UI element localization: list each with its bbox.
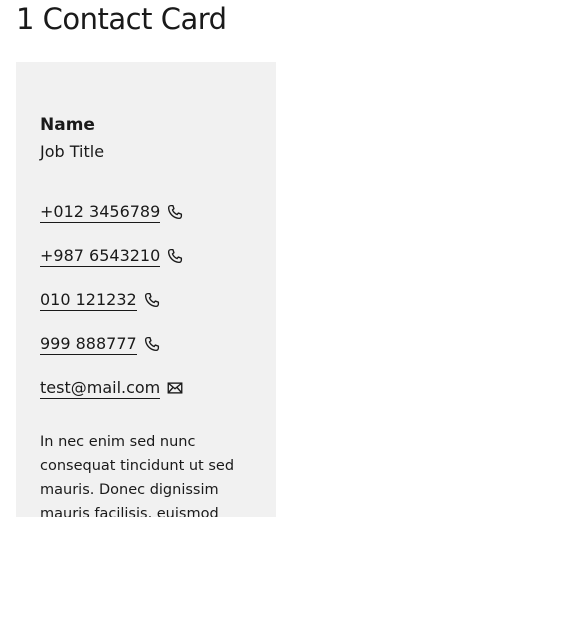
- contact-description: In nec enim sed nunc consequat tincidunt…: [40, 434, 235, 517]
- contact-item-email: test@mail.com: [40, 378, 252, 399]
- phone-link-3[interactable]: 010 121232: [40, 290, 137, 311]
- phone-link-2[interactable]: +987 6543210: [40, 246, 161, 267]
- contact-job-title: Job Title: [40, 142, 105, 161]
- email-link[interactable]: test@mail.com: [40, 378, 161, 399]
- page-title: 1 Contact Card: [16, 2, 227, 36]
- phone-link-4[interactable]: 999 888777: [40, 334, 137, 355]
- contact-list: +012 3456789 +987 6543210 010 121232 999…: [40, 202, 252, 399]
- phone-icon: [143, 335, 161, 353]
- contact-item-phone-4: 999 888777: [40, 334, 252, 355]
- contact-item-phone-2: +987 6543210: [40, 246, 252, 267]
- phone-icon: [166, 203, 184, 221]
- phone-link-1[interactable]: +012 3456789: [40, 202, 161, 223]
- contact-card: Name Job Title +012 3456789 +987 6543210…: [16, 62, 276, 517]
- phone-icon: [166, 247, 184, 265]
- contact-item-phone-1: +012 3456789: [40, 202, 252, 223]
- contact-name: Name: [40, 115, 95, 135]
- mail-icon: [166, 379, 184, 397]
- contact-item-phone-3: 010 121232: [40, 290, 252, 311]
- phone-icon: [143, 291, 161, 309]
